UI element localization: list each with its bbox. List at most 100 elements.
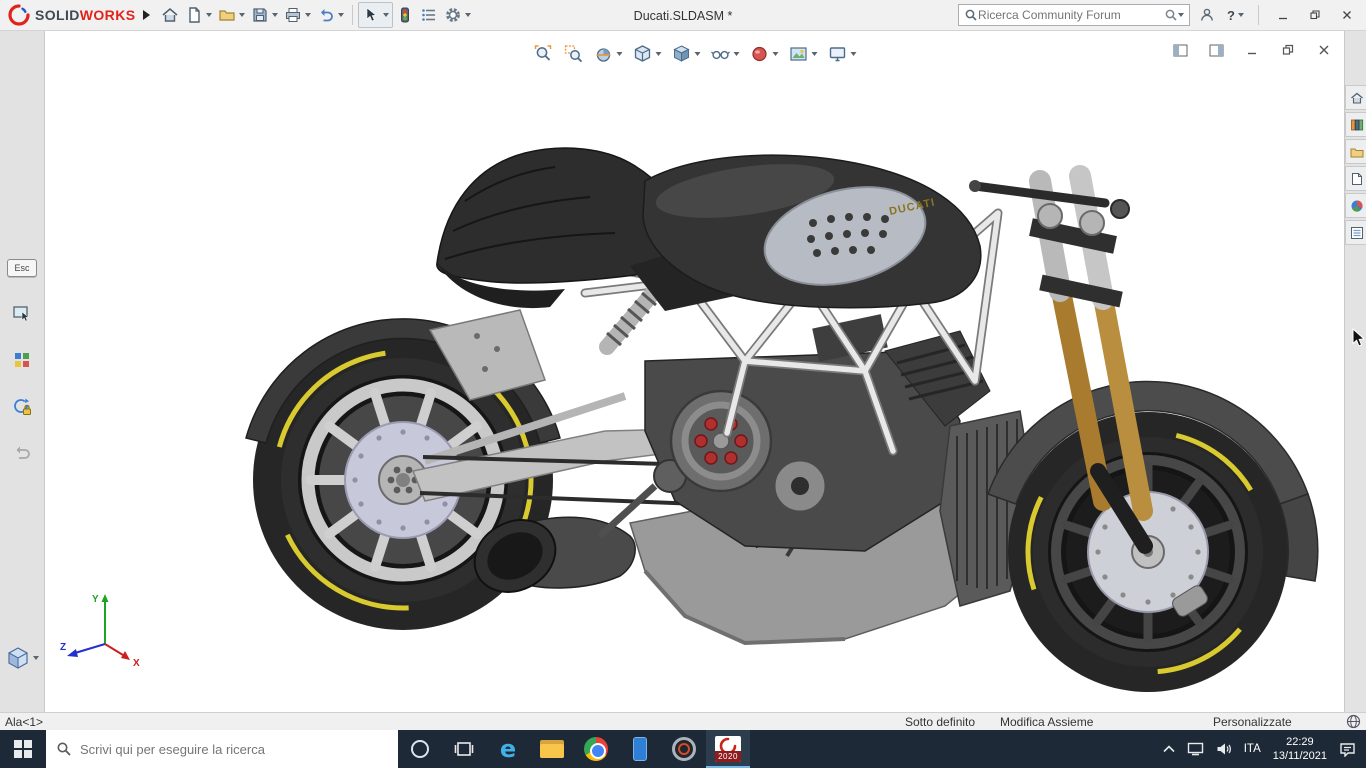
dropdown-caret[interactable] — [655, 52, 661, 56]
view-cube-control[interactable] — [6, 646, 39, 670]
clock[interactable]: 22:29 13/11/2021 — [1273, 735, 1327, 764]
doc-close-button[interactable] — [1314, 40, 1334, 60]
unit-globe-icon[interactable] — [1346, 714, 1361, 729]
taskbar-search-input[interactable] — [80, 742, 388, 757]
dropdown-caret[interactable] — [239, 13, 245, 17]
community-search-box[interactable] — [958, 4, 1190, 26]
solidworks-window: SOLIDWORKS — [0, 0, 1366, 768]
search-magnifier-icon[interactable] — [1164, 8, 1178, 22]
clock-time: 22:29 — [1273, 735, 1327, 749]
your-phone-taskbar-button[interactable] — [618, 730, 662, 768]
clock-date: 13/11/2021 — [1273, 749, 1327, 763]
restore-button[interactable] — [1302, 3, 1328, 27]
cortana-button[interactable] — [398, 730, 442, 768]
view-orientation-button[interactable] — [628, 40, 665, 68]
volume-icon[interactable] — [1216, 742, 1232, 756]
motorcycle-model[interactable]: DUCATI — [45, 31, 1344, 712]
dropdown-caret[interactable] — [338, 13, 344, 17]
edge-taskbar-button[interactable]: e — [486, 730, 530, 768]
hide-show-glasses-icon — [710, 44, 730, 64]
home-button[interactable] — [158, 2, 182, 28]
dropdown-caret[interactable] — [694, 52, 700, 56]
rear-shock[interactable] — [607, 293, 656, 347]
tab-appearances[interactable] — [1345, 193, 1366, 218]
save-button[interactable] — [248, 2, 281, 28]
gear-icon — [444, 6, 462, 24]
new-document-button[interactable] — [182, 2, 215, 28]
file-properties-button[interactable] — [417, 2, 441, 28]
dropdown-caret[interactable] — [772, 52, 778, 56]
zoom-area-button[interactable] — [559, 40, 587, 68]
restore-icon — [1310, 10, 1320, 20]
dropdown-caret[interactable] — [272, 13, 278, 17]
tab-design-library[interactable] — [1345, 112, 1366, 137]
solidworks-taskbar-button[interactable]: 2020 — [706, 730, 750, 768]
undo-button[interactable] — [314, 2, 347, 28]
select-tool-button[interactable] — [358, 2, 393, 28]
action-center-icon[interactable] — [1339, 742, 1356, 757]
dropdown-caret[interactable] — [465, 13, 471, 17]
dropdown-caret[interactable] — [1238, 13, 1244, 17]
section-view-button[interactable] — [589, 40, 626, 68]
dock-pane-right-button[interactable] — [1206, 40, 1226, 60]
minimize-button[interactable] — [1270, 3, 1296, 27]
dropdown-caret[interactable] — [206, 13, 212, 17]
doc-minimize-button[interactable] — [1242, 40, 1262, 60]
open-button[interactable] — [215, 2, 248, 28]
solidworks-menu-button[interactable]: SOLIDWORKS — [0, 0, 141, 30]
selection-filter-button[interactable] — [6, 345, 38, 375]
dropdown-caret[interactable] — [811, 52, 817, 56]
esc-key-button[interactable]: Esc — [6, 253, 38, 283]
rebuild-button[interactable] — [393, 2, 417, 28]
undo-icon — [317, 6, 335, 24]
select-other-button[interactable] — [6, 299, 38, 329]
network-icon[interactable] — [1187, 742, 1204, 756]
close-button[interactable] — [1334, 3, 1360, 27]
chrome-taskbar-button[interactable] — [574, 730, 618, 768]
login-button[interactable] — [1196, 2, 1218, 28]
file-explorer-small-icon — [1350, 145, 1364, 159]
apply-scene-button[interactable] — [784, 40, 821, 68]
edit-appearance-button[interactable] — [745, 40, 782, 68]
search-scope-caret[interactable] — [1178, 13, 1184, 17]
taskbar-search-box[interactable] — [46, 730, 398, 768]
dropdown-caret[interactable] — [305, 13, 311, 17]
heads-up-toolbar — [529, 40, 860, 68]
dropdown-caret[interactable] — [733, 52, 739, 56]
file-explorer-taskbar-button[interactable] — [530, 730, 574, 768]
menu-expand-arrow-icon[interactable] — [143, 10, 150, 20]
community-search-input[interactable] — [978, 8, 1164, 22]
customize-status[interactable]: Personalizzate — [1213, 715, 1292, 729]
rotate-lock-button[interactable] — [6, 392, 38, 422]
tray-expand-chevron-icon[interactable] — [1163, 745, 1175, 753]
graphics-viewport[interactable]: DUCATI — [45, 31, 1344, 712]
doc-restore-button[interactable] — [1278, 40, 1298, 60]
tab-view-palette[interactable] — [1345, 166, 1366, 191]
browser-taskbar-button[interactable] — [662, 730, 706, 768]
clutch-cover[interactable] — [671, 391, 771, 491]
undo-view-button[interactable] — [6, 437, 38, 467]
dropdown-caret[interactable] — [850, 52, 856, 56]
tab-solidworks-resources[interactable] — [1345, 85, 1366, 110]
tab-custom-properties[interactable] — [1345, 220, 1366, 245]
tab-file-explorer[interactable] — [1345, 139, 1366, 164]
options-button[interactable] — [441, 2, 474, 28]
display-style-button[interactable] — [667, 40, 704, 68]
view-settings-button[interactable] — [823, 40, 860, 68]
edit-mode-status[interactable]: Modifica Assieme — [1000, 715, 1093, 729]
select-window-icon — [12, 304, 32, 324]
print-button[interactable] — [281, 2, 314, 28]
zoom-area-icon — [563, 44, 583, 64]
dropdown-caret[interactable] — [383, 13, 389, 17]
language-indicator[interactable]: ITA — [1244, 743, 1261, 755]
dock-pane-left-button[interactable] — [1170, 40, 1190, 60]
zoom-fit-button[interactable] — [529, 40, 557, 68]
start-button[interactable] — [0, 730, 46, 768]
select-cursor-icon — [362, 6, 380, 24]
document-window-controls — [1170, 40, 1334, 60]
help-button[interactable]: ? — [1224, 2, 1247, 28]
task-view-button[interactable] — [442, 730, 486, 768]
dropdown-caret[interactable] — [616, 52, 622, 56]
view-cube-caret[interactable] — [33, 656, 39, 660]
hide-show-items-button[interactable] — [706, 40, 743, 68]
